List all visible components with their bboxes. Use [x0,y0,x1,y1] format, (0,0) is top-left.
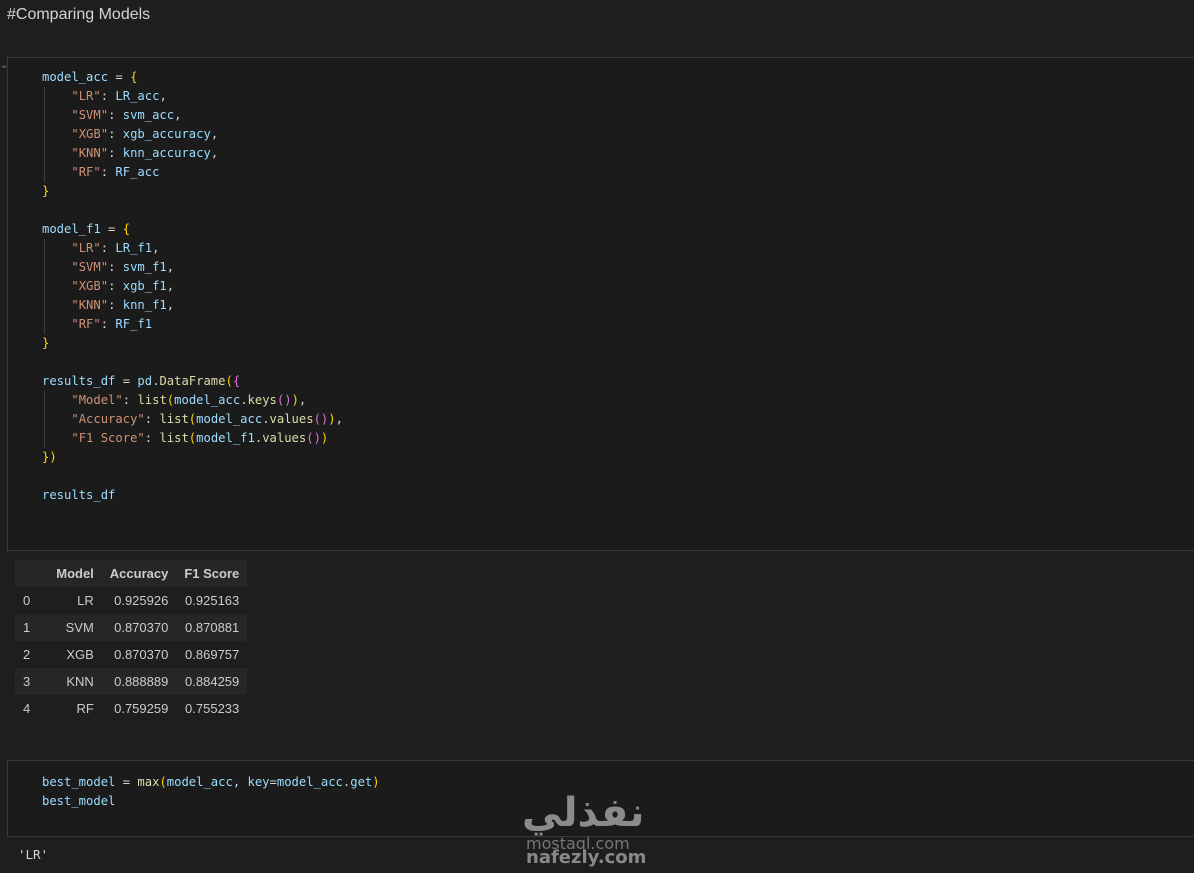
watermark: نفذلي mostaql.com nafezly.com [518,790,678,872]
code-line: "Accuracy": list(model_acc.values()), [71,412,343,426]
code-line: } [42,184,50,198]
cell-accuracy: 0.870370 [114,647,169,662]
code-line: "XGB": xgb_accuracy, [71,127,219,141]
code-line: "RF": RF_acc [71,165,160,179]
table-header-row: Model Accuracy F1 Score [15,560,248,587]
code-line: "SVM": svm_acc, [71,108,182,122]
cell-model: RF [76,701,94,716]
cell-f1-score: 0.870881 [176,614,248,641]
cell-f1-score: 0.755233 [185,701,240,716]
code-cell-model-comparison[interactable]: model_acc = { "LR": LR_acc, "SVM": svm_a… [7,57,1194,551]
code-line: "SVM": svm_f1, [71,260,175,274]
markdown-title: #Comparing Models [7,6,151,23]
code-line: } [42,336,50,350]
results-dataframe: Model Accuracy F1 Score 0 LR 0.925926 0.… [15,560,248,722]
column-header-model: Model [48,560,102,587]
column-header-index [15,560,49,587]
row-index: 1 [15,614,49,641]
code-line: results_df [42,488,116,502]
code-line: "LR": LR_acc, [71,89,167,103]
code-line: "F1 Score": list(model_f1.values()) [71,431,329,445]
table-row: 1 SVM 0.870370 0.870881 [15,614,248,641]
code-line: "Model": list(model_acc.keys()), [71,393,307,407]
code-editor[interactable]: model_acc = { "LR": LR_acc, "SVM": svm_a… [42,68,343,505]
cell-f1-score: 0.869757 [185,647,240,662]
cell-model: KNN [48,668,102,695]
code-line: "LR": LR_f1, [71,241,160,255]
code-line: "XGB": xgb_f1, [71,279,175,293]
code-line: model_acc = { [42,70,138,84]
watermark-url: nafezly.com [526,847,647,868]
code-line: "KNN": knn_accuracy, [71,146,219,160]
cell-model: XGB [66,647,94,662]
table-row: 3 KNN 0.888889 0.884259 [15,668,248,695]
row-index: 4 [23,701,31,716]
cell-accuracy: 0.888889 [101,668,177,695]
code-line: results_df = pd.DataFrame({ [42,374,241,388]
code-line: }) [42,450,57,464]
code-line: "KNN": knn_f1, [71,298,175,312]
cell-accuracy: 0.759259 [114,701,169,716]
table-row: 4 RF 0.759259 0.755233 [15,695,247,722]
watermark-logo: نفذلي [522,790,646,836]
cell-model: SVM [48,614,102,641]
table-row: 2 XGB 0.870370 0.869757 [15,641,247,668]
row-index: 2 [23,647,31,662]
cell-f1-score: 0.884259 [176,668,248,695]
row-index: 3 [15,668,49,695]
cell-model: LR [77,593,94,608]
cell-accuracy: 0.925926 [114,593,169,608]
code-line: best_model = max(model_acc, key=model_ac… [42,775,380,789]
cell-f1-score: 0.925163 [185,593,240,608]
code-editor[interactable]: best_model = max(model_acc, key=model_ac… [42,773,380,811]
column-header-f1-score: F1 Score [176,560,248,587]
cell-output-best-model: 'LR' [18,847,49,862]
code-line: model_f1 = { [42,222,131,236]
code-line: best_model [42,794,116,808]
code-line: "RF": RF_f1 [71,317,153,331]
column-header-accuracy: Accuracy [101,560,177,587]
cell-collapse-icon[interactable]: ⌄ [0,61,8,71]
row-index: 0 [23,593,31,608]
table-row: 0 LR 0.925926 0.925163 [15,587,247,614]
cell-accuracy: 0.870370 [101,614,177,641]
